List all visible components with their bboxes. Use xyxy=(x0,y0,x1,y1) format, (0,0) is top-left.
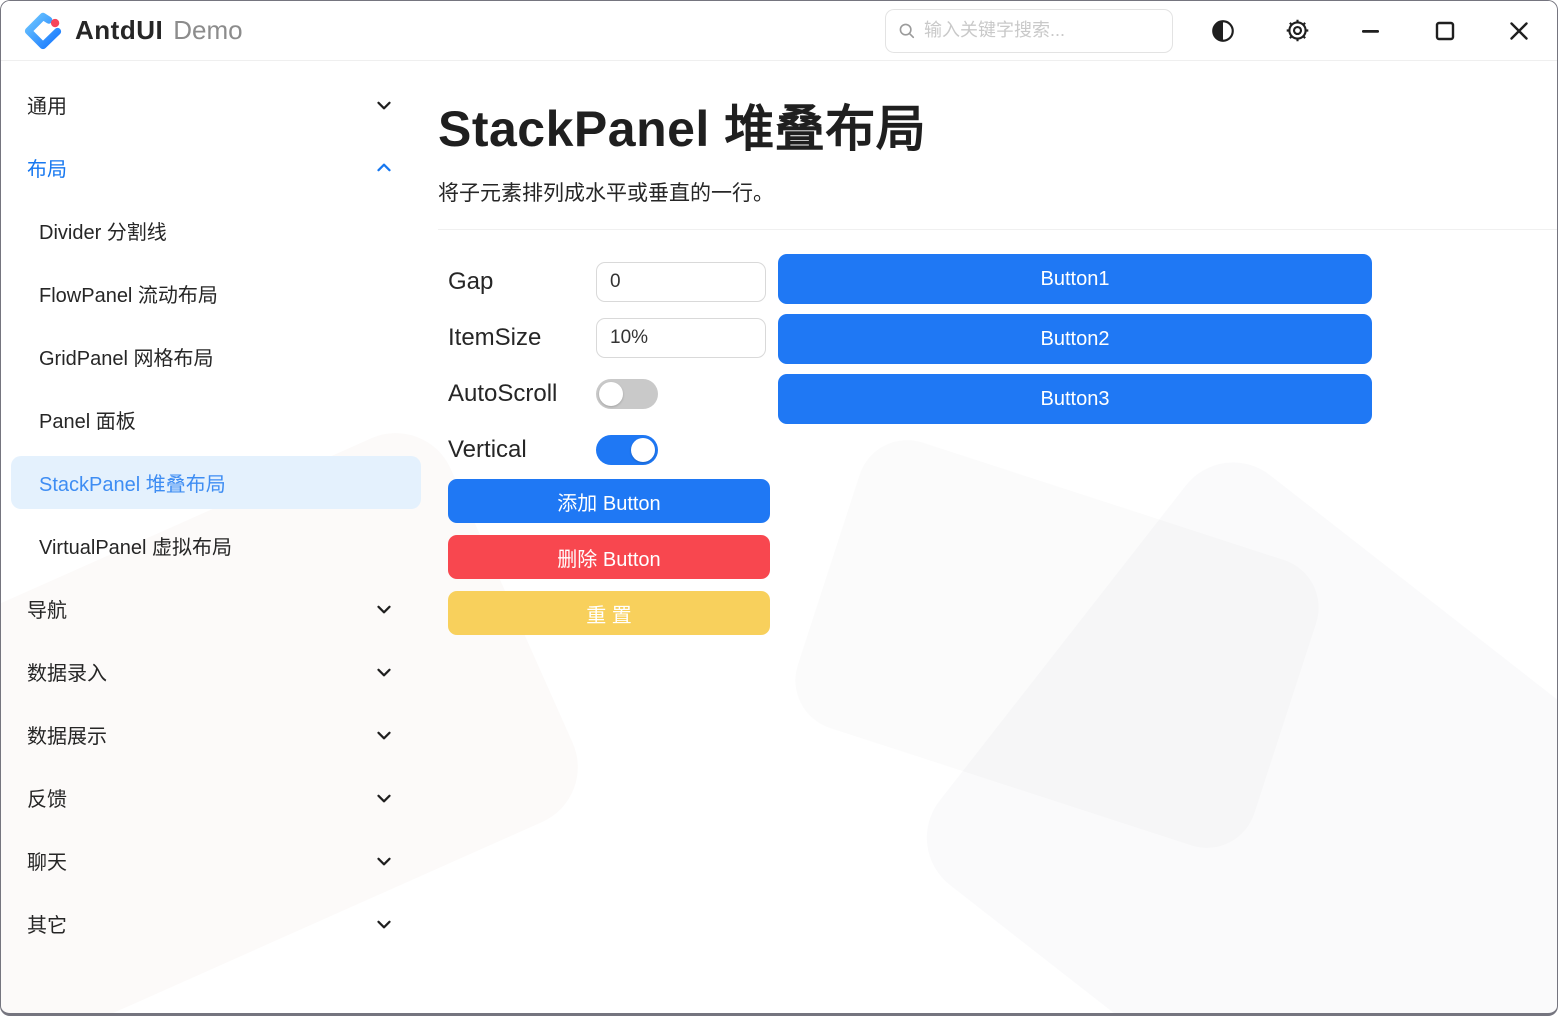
sidebar-item-label: GridPanel 网格布局 xyxy=(39,342,214,371)
chevron-down-icon xyxy=(373,913,395,935)
demo-button-3[interactable]: Button3 xyxy=(778,374,1372,424)
chevron-down-icon xyxy=(373,94,395,116)
sidebar-item-stackpanel[interactable]: StackPanel 堆叠布局 xyxy=(11,456,421,509)
app-brand-suffix: Demo xyxy=(173,15,242,46)
toggle-knob xyxy=(599,382,623,406)
sidebar-group-chat[interactable]: 聊天 xyxy=(1,829,431,892)
sidebar-group-label: 其它 xyxy=(27,909,67,938)
close-button[interactable] xyxy=(1497,9,1541,53)
settings-button[interactable] xyxy=(1275,9,1319,53)
search-icon xyxy=(898,22,916,40)
header-divider xyxy=(438,229,1557,230)
chevron-up-icon xyxy=(373,157,395,179)
itemsize-control-row: ItemSize xyxy=(448,310,778,366)
sidebar-group-label: 导航 xyxy=(27,594,67,623)
sidebar-group-layout[interactable]: 布局 xyxy=(1,136,431,199)
close-icon xyxy=(1507,19,1531,43)
title-bar: AntdUI Demo xyxy=(1,1,1557,61)
vertical-control-row: Vertical xyxy=(448,422,778,478)
sidebar-group-label: 数据录入 xyxy=(27,657,107,686)
gap-input[interactable] xyxy=(596,262,766,302)
app-brand: AntdUI xyxy=(75,15,163,46)
gap-label: Gap xyxy=(448,268,596,296)
sidebar-group-general[interactable]: 通用 xyxy=(1,73,431,136)
main-content: StackPanel 堆叠布局 将子元素排列成水平或垂直的一行。 Gap Ite… xyxy=(431,61,1557,1014)
sidebar-group-other[interactable]: 其它 xyxy=(1,892,431,955)
chevron-down-icon xyxy=(373,598,395,620)
chevron-down-icon xyxy=(373,661,395,683)
search-input[interactable] xyxy=(924,20,1160,41)
sidebar-item-label: FlowPanel 流动布局 xyxy=(39,279,218,308)
sidebar-group-label: 通用 xyxy=(27,90,67,119)
sidebar-group-navigation[interactable]: 导航 xyxy=(1,577,431,640)
sidebar-group-label: 布局 xyxy=(27,153,67,182)
minimize-button[interactable] xyxy=(1349,9,1393,53)
autoscroll-label: AutoScroll xyxy=(448,380,596,408)
maximize-icon xyxy=(1434,20,1456,42)
chevron-down-icon xyxy=(373,787,395,809)
vertical-label: Vertical xyxy=(448,436,596,464)
theme-toggle-button[interactable] xyxy=(1201,9,1245,53)
minimize-icon xyxy=(1360,20,1382,42)
autoscroll-toggle[interactable] xyxy=(596,379,658,409)
sidebar-group-data-display[interactable]: 数据展示 xyxy=(1,703,431,766)
chevron-down-icon xyxy=(373,724,395,746)
sidebar-group-label: 聊天 xyxy=(27,846,67,875)
demo-button-2[interactable]: Button2 xyxy=(778,314,1372,364)
vertical-toggle[interactable] xyxy=(596,435,658,465)
control-panel: Gap ItemSize AutoScroll Vertical xyxy=(438,254,778,635)
stackpanel-demo-area: Button1 Button2 Button3 xyxy=(778,254,1557,635)
search-box[interactable] xyxy=(885,9,1173,53)
sidebar-group-label: 数据展示 xyxy=(27,720,107,749)
sidebar-item-label: VirtualPanel 虚拟布局 xyxy=(39,531,232,560)
itemsize-label: ItemSize xyxy=(448,324,596,352)
delete-button[interactable]: 删除 Button xyxy=(448,535,770,579)
toggle-knob xyxy=(631,438,655,462)
maximize-button[interactable] xyxy=(1423,9,1467,53)
sidebar-item-divider[interactable]: Divider 分割线 xyxy=(1,199,431,262)
add-button[interactable]: 添加 Button xyxy=(448,479,770,523)
sidebar-item-label: Panel 面板 xyxy=(39,405,136,434)
sidebar-item-virtualpanel[interactable]: VirtualPanel 虚拟布局 xyxy=(1,514,431,577)
chevron-down-icon xyxy=(373,850,395,872)
sidebar-group-feedback[interactable]: 反馈 xyxy=(1,766,431,829)
page-subtitle: 将子元素排列成水平或垂直的一行。 xyxy=(438,177,1557,207)
theme-contrast-icon xyxy=(1210,18,1236,44)
demo-button-1[interactable]: Button1 xyxy=(778,254,1372,304)
settings-gear-icon xyxy=(1284,17,1311,44)
sidebar-item-gridpanel[interactable]: GridPanel 网格布局 xyxy=(1,325,431,388)
reset-button[interactable]: 重 置 xyxy=(448,591,770,635)
autoscroll-control-row: AutoScroll xyxy=(448,366,778,422)
page-title: StackPanel 堆叠布局 xyxy=(438,89,1557,161)
sidebar-item-label: Divider 分割线 xyxy=(39,216,167,245)
sidebar-item-flowpanel[interactable]: FlowPanel 流动布局 xyxy=(1,262,431,325)
sidebar-item-panel[interactable]: Panel 面板 xyxy=(1,388,431,451)
antdui-logo-icon xyxy=(23,11,63,51)
sidebar: 通用 布局 Divider 分割线 FlowPanel 流动布局 GridPan… xyxy=(1,61,431,1014)
gap-control-row: Gap xyxy=(448,254,778,310)
sidebar-item-label: StackPanel 堆叠布局 xyxy=(39,468,226,497)
sidebar-group-label: 反馈 xyxy=(27,783,67,812)
app-window: AntdUI Demo xyxy=(0,0,1558,1016)
itemsize-input[interactable] xyxy=(596,318,766,358)
sidebar-group-data-entry[interactable]: 数据录入 xyxy=(1,640,431,703)
